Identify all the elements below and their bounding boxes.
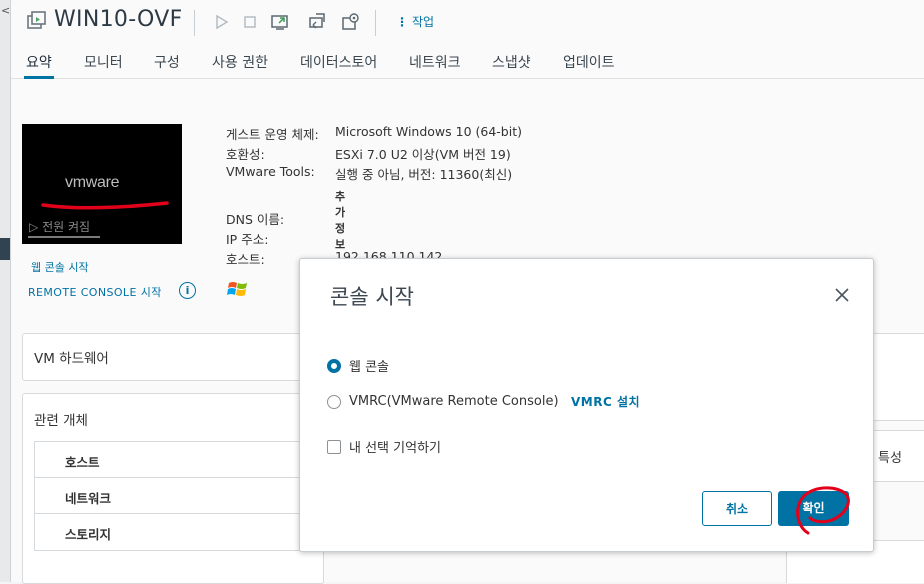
kebab-menu-icon: ⋮ xyxy=(396,15,408,29)
dns-name-label: DNS 이름: xyxy=(226,212,285,227)
toolbar-divider xyxy=(375,10,376,36)
collapse-chevron-icon[interactable]: < xyxy=(1,4,10,17)
windows-logo-icon xyxy=(227,282,247,296)
tab-summary[interactable]: 요약 xyxy=(24,52,54,79)
web-console-label: 웹 콘솔 xyxy=(349,360,390,375)
vm-header: WIN10-OVF ⋮ 작업 xyxy=(11,0,924,44)
power-state: ▷ 전원 켜짐 xyxy=(29,218,90,235)
tab-updates[interactable]: 업데이트 xyxy=(563,52,615,72)
toolbar-divider xyxy=(194,10,195,36)
related-objects-title: 관련 개체 xyxy=(34,413,88,429)
vm-hardware-title: VM 하드웨어 xyxy=(34,351,109,367)
attributes-title: 특성 xyxy=(878,451,902,466)
info-icon[interactable]: i xyxy=(179,282,196,299)
cancel-button[interactable]: 취소 xyxy=(702,491,772,526)
vmrc-radio[interactable] xyxy=(327,394,341,409)
remember-choice-option[interactable]: 내 선택 기억하기 xyxy=(327,437,441,456)
related-row-host[interactable]: 호스트 xyxy=(34,441,323,478)
related-storage-label: 스토리지 xyxy=(65,527,112,542)
tab-monitor[interactable]: 모니터 xyxy=(84,52,123,72)
actions-label: 작업 xyxy=(412,15,435,29)
related-objects-card: 관련 개체 호스트 네트워크 스토리지 xyxy=(22,393,324,584)
related-row-storage[interactable]: 스토리지 xyxy=(34,513,323,551)
tab-snapshots[interactable]: 스냅샷 xyxy=(492,52,531,72)
vmware-logo: vmware xyxy=(65,174,120,191)
navigator-selection-marker xyxy=(0,238,10,260)
ip-address-label: IP 주소: xyxy=(226,232,269,247)
actions-menu-button[interactable]: ⋮ 작업 xyxy=(396,13,434,30)
power-state-label: 전원 켜짐 xyxy=(42,220,91,234)
tab-bar: 요약 모니터 구성 사용 권한 데이터스토어 네트워크 스냅샷 업데이트 xyxy=(11,48,924,79)
vmware-tools-value: 실행 중 아님, 버전: 11360(최신) xyxy=(335,167,513,182)
dialog-title: 콘솔 시작 xyxy=(330,285,414,309)
vmrc-option[interactable]: VMRC(VMware Remote Console) xyxy=(327,394,559,409)
remember-choice-checkbox[interactable] xyxy=(327,439,341,454)
close-icon[interactable] xyxy=(833,286,851,304)
left-navigator-strip: < xyxy=(0,0,11,582)
guest-os-value: Microsoft Windows 10 (64-bit) xyxy=(335,124,522,139)
migrate-icon[interactable] xyxy=(307,12,327,32)
tab-permissions[interactable]: 사용 권한 xyxy=(212,52,268,72)
red-underline-annotation xyxy=(41,201,169,210)
tab-networks[interactable]: 네트워크 xyxy=(409,52,461,72)
vm-icon xyxy=(27,11,46,29)
vm-hardware-card[interactable]: VM 하드웨어 xyxy=(22,333,324,381)
compatibility-value: ESXi 7.0 U2 이상(VM 버전 19) xyxy=(335,147,511,162)
related-network-label: 네트워크 xyxy=(65,491,112,506)
power-on-icon[interactable] xyxy=(211,12,231,32)
play-icon: ▷ xyxy=(29,220,39,234)
launch-console-icon[interactable] xyxy=(270,12,290,32)
launch-console-dialog: 콘솔 시작 웹 콘솔 VMRC(VMware Remote Console) V… xyxy=(299,258,874,552)
remember-choice-label: 내 선택 기억하기 xyxy=(349,441,441,456)
web-console-option[interactable]: 웹 콘솔 xyxy=(327,356,389,375)
vmware-tools-label: VMware Tools: xyxy=(226,164,315,179)
ok-button[interactable]: 확인 xyxy=(778,491,849,526)
guest-os-label: 게스트 운영 체제: xyxy=(226,127,319,142)
related-host-label: 호스트 xyxy=(65,455,100,470)
launch-remote-console-link[interactable]: REMOTE CONSOLE 시작 xyxy=(28,284,162,300)
tab-configure[interactable]: 구성 xyxy=(154,52,180,72)
vmrc-label: VMRC(VMware Remote Console) xyxy=(349,394,559,409)
power-off-icon[interactable] xyxy=(240,12,260,32)
console-thumbnail[interactable]: vmware ▷ 전원 켜짐 xyxy=(22,124,182,244)
host-label: 호스트: xyxy=(226,252,265,267)
tab-datastores[interactable]: 데이터스토어 xyxy=(300,52,377,72)
web-console-radio[interactable] xyxy=(327,358,341,373)
related-row-network[interactable]: 네트워크 xyxy=(34,477,323,514)
more-info-link[interactable]: 추가 정보 xyxy=(335,188,345,252)
power-state-underline xyxy=(28,236,100,238)
install-vmrc-link[interactable]: VMRC 설치 xyxy=(571,393,640,410)
launch-web-console-link[interactable]: 웹 콘솔 시작 xyxy=(31,259,89,275)
compatibility-label: 호환성: xyxy=(226,147,265,162)
vm-name-title: WIN10-OVF xyxy=(54,7,183,32)
snapshot-settings-icon[interactable] xyxy=(340,12,360,32)
